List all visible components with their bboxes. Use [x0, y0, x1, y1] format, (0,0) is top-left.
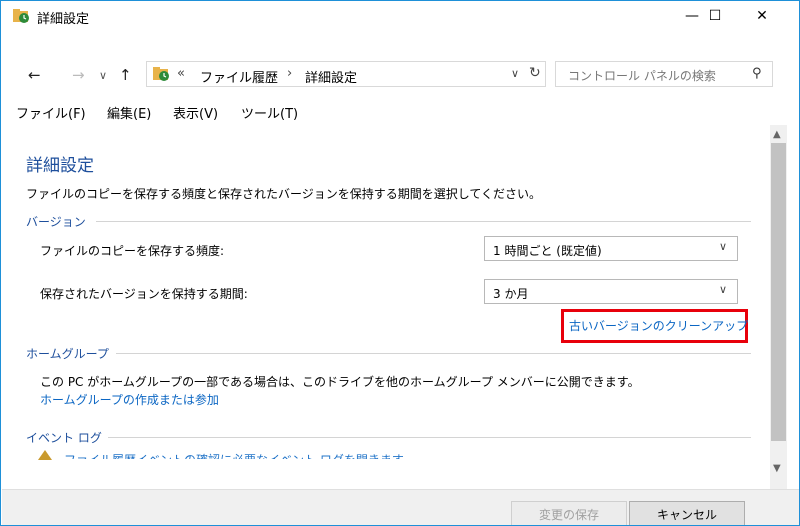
chevron-down-icon: ∨	[719, 283, 728, 296]
forward-arrow-icon[interactable]: →	[72, 66, 85, 84]
chevron-down-icon: ∨	[719, 240, 728, 253]
versions-divider	[96, 221, 751, 222]
shield-icon	[38, 450, 52, 460]
button-bar: 変更の保存 キャンセル	[2, 489, 799, 525]
page-description: ファイルのコピーを保存する頻度と保存されたバージョンを保持する期間を選択してくだ…	[26, 187, 542, 201]
settings-content: 詳細設定 ファイルのコピーを保存する頻度と保存されたバージョンを保持する期間を選…	[2, 125, 770, 489]
breadcrumb-separator-icon[interactable]: ›	[287, 66, 292, 81]
address-bar[interactable]: « ファイル履歴 › 詳細設定 ∨ ↻	[146, 61, 546, 87]
eventlog-link[interactable]: ファイル履歴イベントの確認に必要なイベント ログを開きます	[64, 451, 404, 459]
address-row: ← → ∨ ↑ « ファイル履歴 › 詳細設定 ∨ ↻ コントロール パネルの検…	[1, 57, 799, 89]
frequency-value: 1 時間ごと (既定値)	[493, 244, 602, 258]
menu-file[interactable]: ファイル(F)	[16, 103, 86, 122]
advanced-settings-window: 詳細設定 — ☐ ✕ ← → ∨ ↑ « ファイル履歴 › 詳細設定 ∨ ↻ コ…	[0, 0, 800, 526]
frequency-select[interactable]: 1 時間ごと (既定値) ∨	[484, 236, 738, 261]
breadcrumb-advanced-settings[interactable]: 詳細設定	[305, 67, 357, 86]
address-overflow-icon[interactable]: «	[177, 66, 185, 81]
refresh-icon[interactable]: ↻	[529, 65, 541, 81]
close-button[interactable]: ✕	[739, 1, 785, 31]
search-input[interactable]: コントロール パネルの検索 ⚲	[555, 61, 773, 87]
retention-select[interactable]: 3 か月 ∨	[484, 279, 738, 304]
menu-edit[interactable]: 編集(E)	[107, 103, 151, 122]
file-history-icon	[13, 9, 29, 23]
homegroup-link[interactable]: ホームグループの作成または参加	[40, 391, 219, 408]
cleanup-versions-link[interactable]: 古いバージョンのクリーンアップ	[569, 317, 748, 334]
homegroup-heading: ホームグループ	[26, 347, 109, 361]
menu-bar: ファイル(F) 編集(E) 表示(V) ツール(T)	[1, 99, 799, 125]
breadcrumb-file-history[interactable]: ファイル履歴	[200, 67, 278, 86]
up-arrow-icon[interactable]: ↑	[119, 66, 132, 84]
scroll-down-icon[interactable]: ▼	[773, 463, 781, 474]
retention-label: 保存されたバージョンを保持する期間:	[40, 287, 248, 301]
title-bar: 詳細設定 — ☐ ✕	[1, 1, 799, 31]
menu-view[interactable]: 表示(V)	[173, 103, 218, 122]
search-placeholder: コントロール パネルの検索	[568, 69, 716, 83]
versions-heading: バージョン	[26, 215, 86, 229]
file-history-icon	[153, 67, 169, 81]
retention-value: 3 か月	[493, 287, 529, 301]
eventlog-heading: イベント ログ	[26, 431, 102, 445]
homegroup-divider	[116, 353, 751, 354]
scroll-thumb[interactable]	[771, 143, 786, 441]
maximize-button[interactable]: ☐	[692, 1, 738, 31]
eventlog-divider	[108, 437, 751, 438]
recent-locations-chevron-icon[interactable]: ∨	[99, 69, 107, 82]
frequency-label: ファイルのコピーを保存する頻度:	[40, 244, 225, 258]
cancel-button[interactable]: キャンセル	[629, 501, 745, 525]
menu-tools[interactable]: ツール(T)	[241, 103, 298, 122]
vertical-scrollbar[interactable]: ▲ ▼	[770, 125, 787, 489]
scroll-up-icon[interactable]: ▲	[773, 129, 781, 140]
page-title: 詳細設定	[26, 156, 94, 176]
search-icon[interactable]: ⚲	[752, 66, 762, 81]
back-arrow-icon[interactable]: ←	[28, 66, 41, 84]
window-title: 詳細設定	[37, 12, 90, 27]
save-changes-button[interactable]: 変更の保存	[511, 501, 627, 525]
homegroup-description: この PC がホームグループの一部である場合は、このドライブを他のホームグループ…	[40, 375, 640, 389]
address-dropdown-icon[interactable]: ∨	[511, 67, 519, 80]
